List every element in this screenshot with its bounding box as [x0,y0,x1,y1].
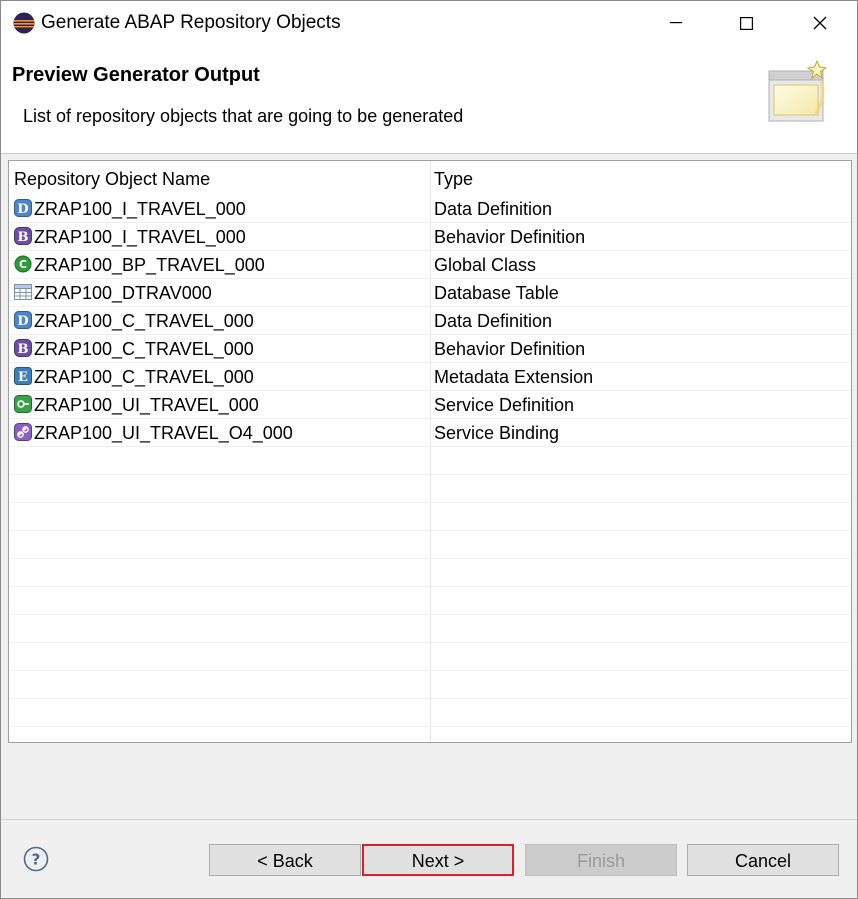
footer-separator [1,819,857,820]
table-row[interactable]: ZRAP100_UI_TRAVEL_000 Service Definition [9,391,851,419]
maximize-button[interactable] [711,1,781,45]
database-table-icon [14,284,32,300]
object-name: ZRAP100_UI_TRAVEL_O4_000 [34,423,293,443]
object-name: ZRAP100_I_TRAVEL_000 [34,227,246,247]
wizard-header: Preview Generator Output List of reposit… [1,45,857,154]
table-row[interactable]: E ZRAP100_C_TRAVEL_000 Metadata Extensio… [9,363,851,391]
column-header-type[interactable]: Type [434,169,473,190]
table-header: Repository Object Name Type [9,161,851,195]
object-name: ZRAP100_C_TRAVEL_000 [34,311,254,331]
table-body: D ZRAP100_I_TRAVEL_000 Data Definition B… [9,195,851,742]
title-bar: Generate ABAP Repository Objects [1,1,857,45]
help-icon[interactable]: ? [23,846,49,872]
empty-row [9,559,851,587]
object-type: Behavior Definition [434,339,586,359]
object-type: Metadata Extension [434,367,594,387]
empty-row [9,447,851,475]
cancel-button[interactable]: Cancel [687,844,839,876]
wizard-banner-icon [768,59,828,122]
object-name: ZRAP100_I_TRAVEL_000 [34,199,246,219]
object-type: Global Class [434,255,537,275]
table-row[interactable]: ZRAP100_UI_TRAVEL_O4_000 Service Binding [9,419,851,447]
object-name: ZRAP100_DTRAV000 [34,283,212,303]
table-row[interactable]: B ZRAP100_I_TRAVEL_000 Behavior Definiti… [9,223,851,251]
svg-text:C: C [19,258,27,271]
global-class-icon: C [14,255,32,273]
maximize-icon [739,16,753,30]
svg-text:D: D [17,202,28,217]
table-row[interactable]: C ZRAP100_BP_TRAVEL_000 Global Class [9,251,851,279]
object-name: ZRAP100_C_TRAVEL_000 [34,339,254,359]
close-button[interactable] [785,1,855,45]
empty-row [9,699,851,727]
table-row[interactable]: D ZRAP100_I_TRAVEL_000 Data Definition [9,195,851,223]
close-icon [813,16,827,30]
behavior-definition-icon: B [14,339,32,357]
table-row[interactable]: B ZRAP100_C_TRAVEL_000 Behavior Definiti… [9,335,851,363]
object-type: Service Binding [434,423,560,443]
behavior-definition-icon: B [14,227,32,245]
empty-row [9,531,851,559]
data-definition-icon: D [14,199,32,217]
empty-row [9,727,851,742]
empty-row [9,643,851,671]
svg-text:B: B [18,230,29,245]
object-type: Data Definition [434,199,553,219]
object-type: Service Definition [434,395,575,415]
table-row[interactable]: D ZRAP100_C_TRAVEL_000 Data Definition [9,307,851,335]
page-title: Preview Generator Output [12,64,260,86]
object-name: ZRAP100_UI_TRAVEL_000 [34,395,259,415]
svg-text:B: B [18,342,29,357]
service-definition-icon [14,395,32,413]
minimize-icon [670,22,682,24]
object-type: Behavior Definition [434,227,586,247]
svg-text:?: ? [32,851,41,869]
minimize-button[interactable] [641,1,711,45]
svg-text:D: D [17,314,28,329]
empty-row [9,615,851,643]
data-definition-icon: D [14,311,32,329]
table-row[interactable]: ZRAP100_DTRAV000 Database Table [9,279,851,307]
object-name: ZRAP100_C_TRAVEL_000 [34,367,254,387]
object-type: Database Table [434,283,559,303]
wizard-dialog: Generate ABAP Repository Objects Preview… [0,0,858,899]
empty-row [9,475,851,503]
column-header-name[interactable]: Repository Object Name [14,169,210,190]
object-type: Data Definition [434,311,553,331]
empty-row [9,671,851,699]
object-name: ZRAP100_BP_TRAVEL_000 [34,255,265,275]
next-button[interactable]: Next > [362,844,514,876]
finish-button[interactable]: Finish [525,844,677,876]
back-button[interactable]: < Back [209,844,361,876]
service-binding-icon [14,423,32,441]
svg-text:E: E [18,370,28,385]
empty-row [9,503,851,531]
empty-row [9,587,851,615]
page-description: List of repository objects that are goin… [23,106,464,126]
window-title: Generate ABAP Repository Objects [41,12,341,33]
repository-objects-table[interactable]: Repository Object Name Type D ZRAP100_I_… [8,160,852,743]
metadata-extension-icon: E [14,367,32,385]
eclipse-icon [13,12,35,34]
